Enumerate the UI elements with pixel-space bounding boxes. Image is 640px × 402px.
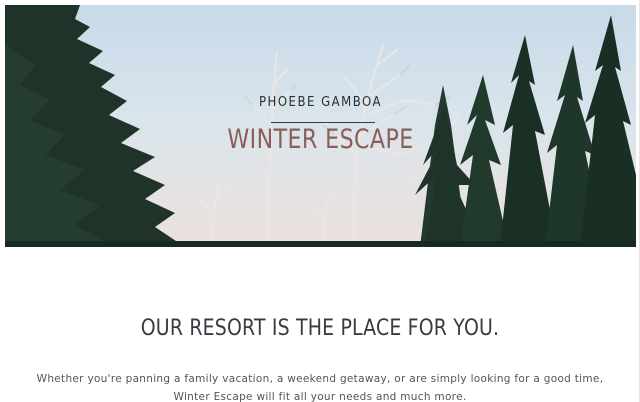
body-line-2: Winter Escape will fit all your needs an… <box>173 391 467 402</box>
section-headline: OUR RESORT IS THE PLACE FOR YOU. <box>140 316 500 341</box>
body-line-1: Whether you're panning a family vacation… <box>36 373 604 385</box>
hero-divider <box>271 122 375 123</box>
hero-banner: PHOEBE GAMBOA WINTER ESCAPE <box>5 5 636 247</box>
section-body-text: Whether you're panning a family vacation… <box>0 370 640 402</box>
hero-title: WINTER ESCAPE <box>227 124 414 155</box>
hero-author-name: PHOEBE GAMBOA <box>259 95 382 110</box>
page: PHOEBE GAMBOA WINTER ESCAPE OUR RESORT I… <box>0 0 640 402</box>
